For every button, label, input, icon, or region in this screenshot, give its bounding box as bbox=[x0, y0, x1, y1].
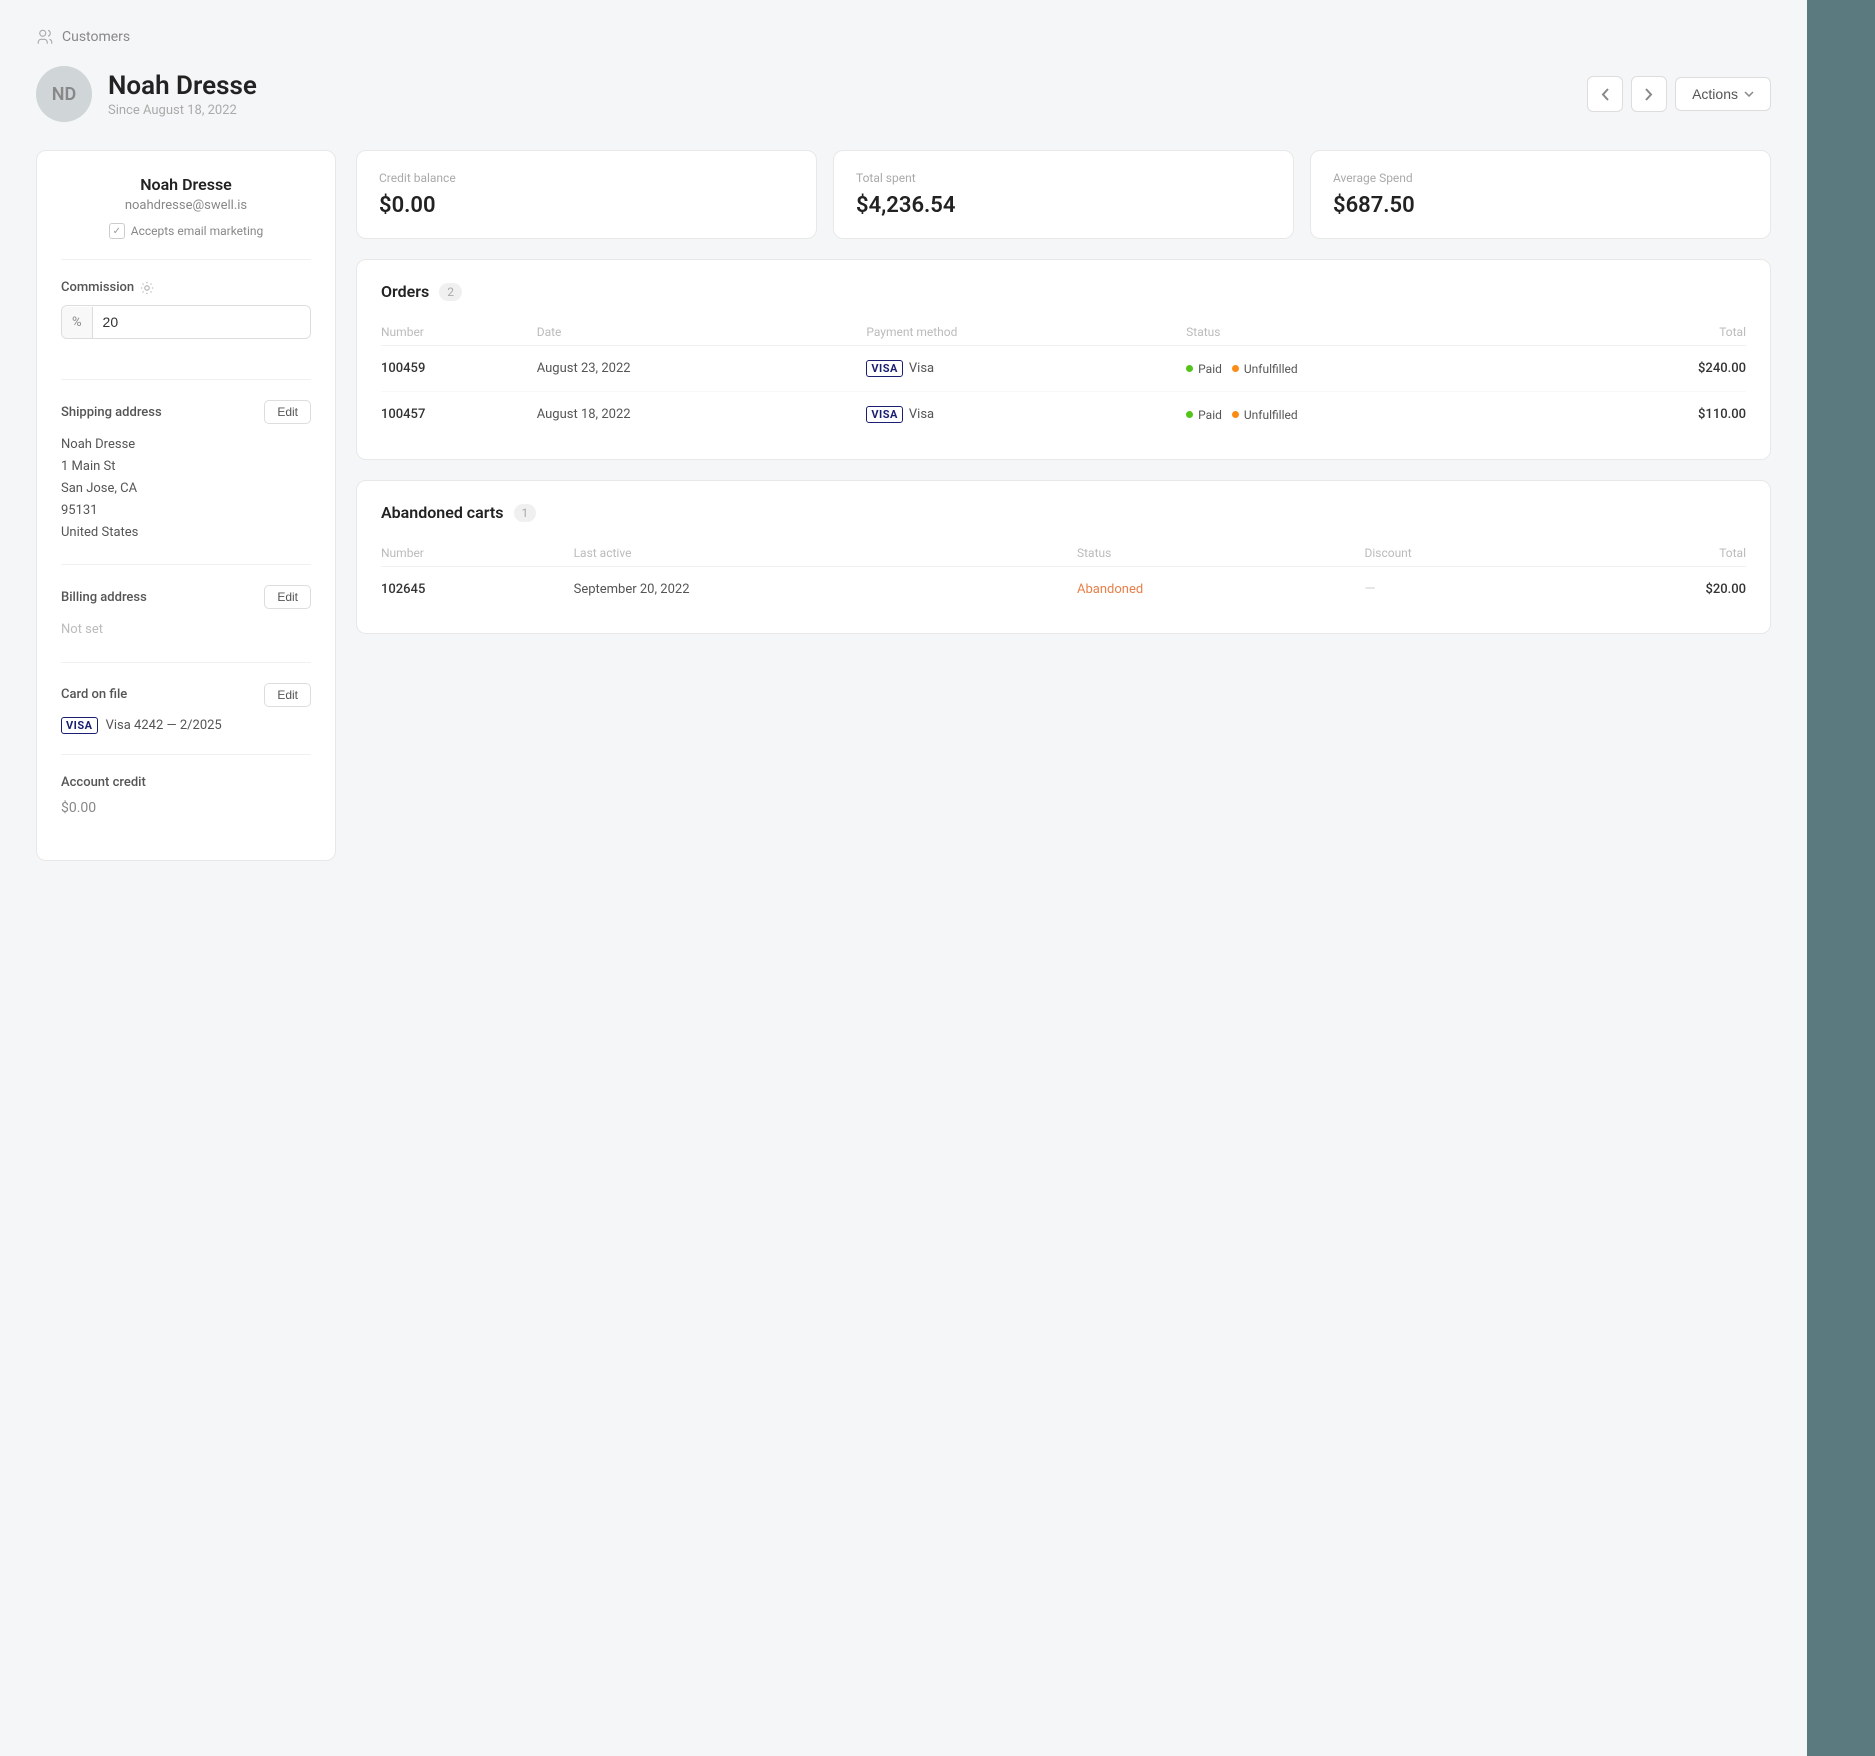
shipping-address-label: Shipping address bbox=[61, 405, 162, 420]
order-date-0: August 23, 2022 bbox=[537, 346, 867, 392]
shipping-address-section: Shipping address Edit Noah Dresse 1 Main… bbox=[61, 400, 311, 565]
order-status-0: Paid Unfulfilled bbox=[1186, 362, 1577, 376]
commission-prefix: % bbox=[62, 307, 93, 338]
billing-address-label: Billing address bbox=[61, 590, 147, 605]
paid-dot bbox=[1186, 365, 1193, 372]
cart-col-last-active: Last active bbox=[574, 540, 1077, 567]
order-number-0: 100459 bbox=[381, 361, 425, 376]
account-credit-section: Account credit $0.00 bbox=[61, 775, 311, 836]
card-on-file-label: Card on file bbox=[61, 687, 127, 702]
visa-icon-1: VISA bbox=[866, 406, 903, 423]
stat-total-label: Total spent bbox=[856, 171, 1271, 185]
cart-number-0: 102645 bbox=[381, 582, 425, 597]
stat-avg-label: Average Spend bbox=[1333, 171, 1748, 185]
shipping-address-edit-button[interactable]: Edit bbox=[264, 400, 311, 424]
billing-address-section: Billing address Edit Not set bbox=[61, 585, 311, 662]
actions-button[interactable]: Actions bbox=[1675, 77, 1771, 111]
cart-discount-0: — bbox=[1364, 581, 1375, 597]
abandoned-carts-title: Abandoned carts bbox=[381, 503, 504, 522]
email-marketing-check bbox=[109, 223, 125, 239]
table-row[interactable]: 100457 August 18, 2022 VISA Visa bbox=[381, 392, 1746, 438]
stat-total-spent: Total spent $4,236.54 bbox=[833, 150, 1294, 239]
commission-input[interactable] bbox=[93, 306, 310, 338]
breadcrumb-label[interactable]: Customers bbox=[62, 29, 130, 45]
page-title: Noah Dresse bbox=[108, 71, 257, 101]
stat-avg-value: $687.50 bbox=[1333, 193, 1748, 218]
unfulfilled-dot-1 bbox=[1232, 411, 1239, 418]
card-details: Visa 4242 — 2/2025 bbox=[106, 718, 222, 733]
unfulfilled-dot bbox=[1232, 365, 1239, 372]
since-label: Since August 18, 2022 bbox=[108, 103, 257, 118]
email-marketing-label: Accepts email marketing bbox=[131, 224, 263, 238]
next-button[interactable] bbox=[1631, 76, 1667, 112]
cart-col-discount: Discount bbox=[1364, 540, 1569, 567]
account-credit-value: $0.00 bbox=[61, 800, 311, 816]
avatar: ND bbox=[36, 66, 92, 122]
customer-name: Noah Dresse bbox=[61, 175, 311, 194]
card-info: VISA Visa 4242 — 2/2025 bbox=[61, 717, 311, 734]
visa-icon-0: VISA bbox=[866, 360, 903, 377]
cart-col-number: Number bbox=[381, 540, 574, 567]
prev-button[interactable] bbox=[1587, 76, 1623, 112]
order-status-1: Paid Unfulfilled bbox=[1186, 408, 1577, 422]
paid-dot-1 bbox=[1186, 411, 1193, 418]
cart-last-active-0: September 20, 2022 bbox=[574, 567, 1077, 612]
order-payment-1: VISA Visa bbox=[866, 406, 1186, 423]
order-total-0: $240.00 bbox=[1698, 361, 1746, 376]
table-row[interactable]: 102645 September 20, 2022 Abandoned — $2… bbox=[381, 567, 1746, 612]
cart-status-0: Abandoned bbox=[1077, 582, 1143, 597]
stat-average-spend: Average Spend $687.50 bbox=[1310, 150, 1771, 239]
stat-credit-label: Credit balance bbox=[379, 171, 794, 185]
account-credit-label: Account credit bbox=[61, 775, 146, 790]
cart-col-status: Status bbox=[1077, 540, 1364, 567]
orders-col-number: Number bbox=[381, 319, 537, 346]
chevron-down-icon bbox=[1744, 91, 1754, 97]
cart-total-0: $20.00 bbox=[1705, 582, 1746, 597]
order-number-1: 100457 bbox=[381, 407, 425, 422]
stats-row: Credit balance $0.00 Total spent $4,236.… bbox=[356, 150, 1771, 239]
orders-col-total: Total bbox=[1578, 319, 1746, 346]
sidebar-right bbox=[1807, 0, 1875, 1756]
billing-address-edit-button[interactable]: Edit bbox=[264, 585, 311, 609]
customers-icon bbox=[36, 28, 54, 46]
orders-card: Orders 2 Number Date Payment method Stat… bbox=[356, 259, 1771, 460]
customer-panel: Noah Dresse noahdresse@swell.is Accepts … bbox=[36, 150, 336, 861]
abandoned-carts-count: 1 bbox=[514, 504, 537, 522]
orders-count: 2 bbox=[439, 283, 462, 301]
commission-label: Commission bbox=[61, 280, 134, 295]
customer-email: noahdresse@swell.is bbox=[61, 198, 311, 213]
orders-table: Number Date Payment method Status Total … bbox=[381, 319, 1746, 437]
stat-credit-value: $0.00 bbox=[379, 193, 794, 218]
order-total-1: $110.00 bbox=[1698, 407, 1746, 422]
shipping-address-content: Noah Dresse 1 Main St San Jose, CA 95131… bbox=[61, 434, 311, 544]
breadcrumb: Customers bbox=[36, 28, 1771, 46]
orders-col-date: Date bbox=[537, 319, 867, 346]
visa-logo: VISA bbox=[61, 717, 98, 734]
gear-icon[interactable] bbox=[140, 281, 154, 295]
card-on-file-edit-button[interactable]: Edit bbox=[264, 683, 311, 707]
abandoned-carts-table: Number Last active Status Discount Total… bbox=[381, 540, 1746, 611]
page-header: ND Noah Dresse Since August 18, 2022 bbox=[36, 66, 1771, 122]
stat-credit-balance: Credit balance $0.00 bbox=[356, 150, 817, 239]
billing-address-content: Not set bbox=[61, 619, 311, 641]
customer-info: Noah Dresse noahdresse@swell.is Accepts … bbox=[61, 175, 311, 260]
card-on-file-section: Card on file Edit VISA Visa 4242 — 2/202… bbox=[61, 683, 311, 755]
orders-title: Orders bbox=[381, 282, 429, 301]
table-row[interactable]: 100459 August 23, 2022 VISA Visa bbox=[381, 346, 1746, 392]
cart-col-total: Total bbox=[1570, 540, 1746, 567]
abandoned-carts-card: Abandoned carts 1 Number Last active Sta… bbox=[356, 480, 1771, 634]
orders-col-status: Status bbox=[1186, 319, 1577, 346]
commission-section: Commission % bbox=[61, 280, 311, 380]
order-date-1: August 18, 2022 bbox=[537, 392, 867, 438]
orders-col-payment: Payment method bbox=[866, 319, 1186, 346]
order-payment-0: VISA Visa bbox=[866, 360, 1186, 377]
stat-total-value: $4,236.54 bbox=[856, 193, 1271, 218]
